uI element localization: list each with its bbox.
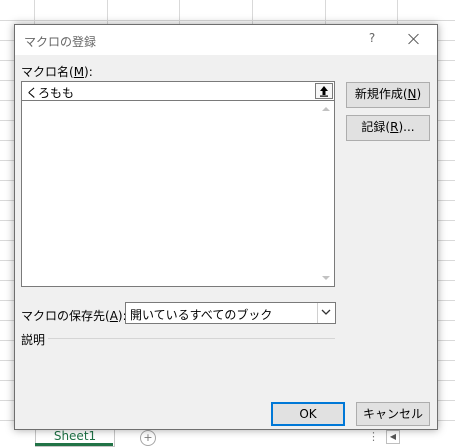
store-location-label: マクロの保存先(A): xyxy=(21,307,127,324)
title-bar: マクロの登録 ? xyxy=(15,25,437,55)
button-text: 記録( xyxy=(361,120,391,134)
new-button[interactable]: 新規作成(N) xyxy=(346,82,430,108)
cancel-button[interactable]: キャンセル xyxy=(356,402,430,426)
macro-list[interactable] xyxy=(21,101,335,287)
add-sheet-icon[interactable]: + xyxy=(140,430,156,446)
grid-line xyxy=(0,20,455,21)
scroll-up-icon[interactable] xyxy=(322,107,330,111)
assign-macro-dialog: マクロの登録 ? マクロ名(M): くろもも 新規作成(N) 記録(R)... … xyxy=(14,24,438,430)
button-text: 新規作成( xyxy=(354,87,408,101)
description-label: 説明 xyxy=(21,333,46,347)
label-accelerator: A xyxy=(109,309,118,323)
upload-arrow-icon[interactable] xyxy=(315,83,333,99)
store-location-select[interactable]: 開いているすべてのブック xyxy=(125,302,336,324)
record-button[interactable]: 記録(R)... xyxy=(346,115,430,141)
macro-name-value[interactable]: くろもも xyxy=(26,84,74,101)
macro-name-label: マクロ名(M): xyxy=(21,63,93,80)
ok-button[interactable]: OK xyxy=(271,402,345,426)
label-text: ): xyxy=(84,65,93,79)
label-accelerator: M xyxy=(73,65,85,79)
store-location-value: 開いているすべてのブック xyxy=(130,308,273,322)
more-options-icon[interactable]: ⋮ xyxy=(368,430,379,443)
label-text: マクロ名( xyxy=(21,65,74,79)
dialog-title: マクロの登録 xyxy=(24,35,97,49)
description-divider xyxy=(48,338,335,339)
scroll-left-icon[interactable]: ◀ xyxy=(386,430,400,444)
scroll-down-icon[interactable] xyxy=(322,276,330,280)
close-icon[interactable] xyxy=(405,30,423,48)
chevron-down-icon[interactable] xyxy=(317,303,335,323)
button-text: )... xyxy=(398,120,415,134)
button-text: ) xyxy=(416,87,422,101)
help-button[interactable]: ? xyxy=(364,31,380,49)
label-text: マクロの保存先( xyxy=(21,309,110,323)
macro-name-input[interactable]: くろもも xyxy=(21,81,335,101)
list-scrollbar[interactable] xyxy=(317,101,334,286)
